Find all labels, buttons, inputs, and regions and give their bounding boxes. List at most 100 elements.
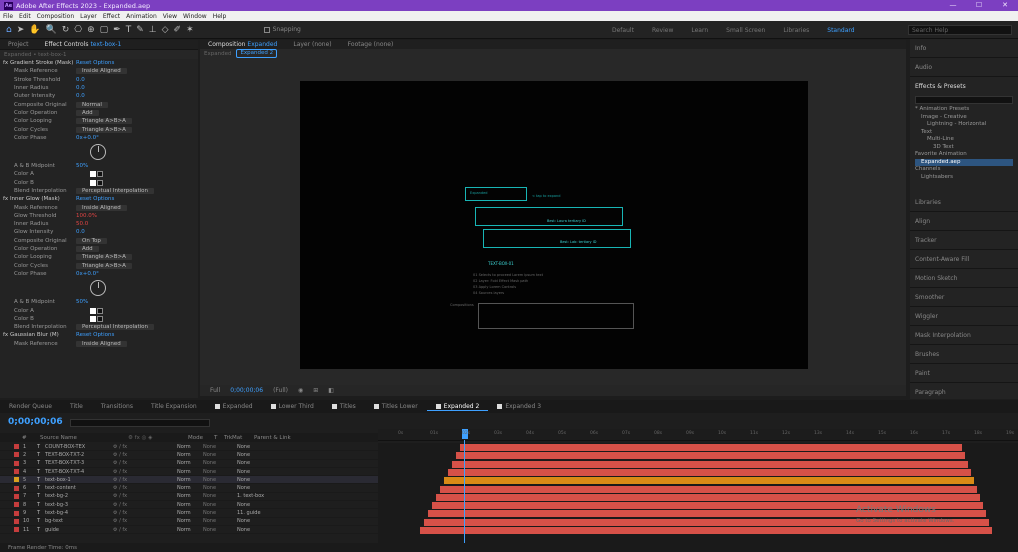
color-swatch[interactable] xyxy=(90,171,103,178)
layer-row[interactable]: 6 Ttext-content ⚙ / fx Norm None None xyxy=(0,484,378,493)
tree-item[interactable]: Image - Creative xyxy=(915,114,1013,122)
property-value[interactable]: 0.0 xyxy=(76,93,85,99)
property-value[interactable]: 100.0% xyxy=(76,213,97,219)
timeline-tab[interactable]: Title xyxy=(61,403,92,410)
effect-property-row[interactable]: fx Inner Glow (Mask) Reset Options xyxy=(0,195,198,203)
timeline-tab[interactable]: Titles Lower xyxy=(365,403,427,410)
menu-help[interactable]: Help xyxy=(210,13,230,20)
layer-switches[interactable]: ⚙ / fx xyxy=(113,444,143,450)
color-swatch[interactable] xyxy=(90,307,103,314)
viewer-timecode[interactable]: 0;00;00;06 xyxy=(230,387,263,394)
eraser-tool-icon[interactable]: ◇ xyxy=(162,25,169,35)
layer-label-color[interactable] xyxy=(14,452,19,458)
property-value[interactable]: 50% xyxy=(76,299,88,305)
pen-tool-icon[interactable]: ✒ xyxy=(113,25,121,35)
property-value[interactable]: Triangle A>B>A xyxy=(76,262,132,269)
camera-tool-icon[interactable]: ⎔ xyxy=(74,25,82,35)
effect-property-row[interactable]: Color B xyxy=(0,179,198,187)
effect-property-row[interactable]: Blend Interpolation Perceptual Interpolat… xyxy=(0,323,198,331)
layer-parent[interactable]: 11. guide xyxy=(237,510,275,516)
property-value[interactable]: 0x+0.0° xyxy=(76,271,99,277)
panel-section-motion-sketch[interactable]: Motion Sketch xyxy=(910,269,1018,288)
effect-property-row[interactable]: Color Phase 0x+0.0° xyxy=(0,134,198,142)
eyedropper-icon[interactable] xyxy=(97,179,103,186)
property-value[interactable]: On Top xyxy=(76,237,107,244)
property-value[interactable]: Triangle A>B>A xyxy=(76,118,132,125)
tree-item-selected[interactable]: Expanded.aep xyxy=(915,158,1013,166)
type-tool-icon[interactable]: T xyxy=(126,25,132,35)
rectangle-tool-icon[interactable]: ▢ xyxy=(100,25,109,35)
layer-duration-bar[interactable] xyxy=(436,493,980,501)
panel-section-paint[interactable]: Paint xyxy=(910,364,1018,383)
tree-item[interactable]: Lightning - Horizontal xyxy=(915,121,1013,129)
effect-property-row[interactable]: Color Cycles Triangle A>B>A xyxy=(0,262,198,270)
timeline-timecode[interactable]: 0;00;00;06 xyxy=(8,417,63,427)
effect-property-row[interactable]: A & B Midpoint 50% xyxy=(0,298,198,306)
effect-property-row[interactable]: Color Cycles Triangle A>B>A xyxy=(0,125,198,133)
layer-label-color[interactable] xyxy=(14,493,19,499)
workspace-review[interactable]: Review xyxy=(652,27,673,34)
layer-tracks[interactable] xyxy=(378,443,1018,545)
search-help-input[interactable]: Search Help xyxy=(908,25,1012,35)
layer-row[interactable]: 1TCOUNT-BOX-TEXT-1⚙ / fxNormNoneNone xyxy=(0,443,378,452)
layer-mode[interactable]: Norm xyxy=(177,477,203,483)
layer-parent[interactable]: None xyxy=(237,527,275,533)
effect-property-row[interactable]: Blend Interpolation Perceptual Interpolat… xyxy=(0,187,198,195)
color-swatch[interactable] xyxy=(90,315,103,322)
layer-label-color[interactable] xyxy=(14,460,19,466)
time-ruler[interactable]: 0s 01s 02s 03s 04s 05s 06s 07s 08s 09s 10s 11s 12s 13… xyxy=(378,429,1018,441)
layer-row[interactable]: 4 T TEXT-BOX-TXT-4 ⚙ / fx Norm None None xyxy=(0,468,378,477)
timeline-tab[interactable]: Expanded 3 xyxy=(488,403,550,410)
mask-icon[interactable]: ◧ xyxy=(328,387,334,394)
timeline-tab[interactable]: Render Queue xyxy=(0,403,61,410)
tab-project[interactable]: Project xyxy=(0,41,37,48)
layer-row[interactable]: 7 Ttext-bg-2 ⚙ / fx Norm None 1. text-box xyxy=(0,493,378,502)
layer-mode[interactable]: Norm xyxy=(177,452,203,458)
layer-label-color[interactable] xyxy=(14,527,19,533)
layer-name[interactable]: TEXT-BOX-TXT-4 xyxy=(45,469,85,475)
layer-switches[interactable]: ⚙ / fx xyxy=(113,493,143,499)
snapping-checkbox[interactable] xyxy=(263,26,270,33)
grid-icon[interactable]: ⊞ xyxy=(313,387,318,394)
panel-section-brushes[interactable]: Brushes xyxy=(910,345,1018,364)
layer-trkmat[interactable]: None xyxy=(203,477,237,483)
layer-parent[interactable]: None xyxy=(237,444,275,450)
timeline-tab[interactable]: Title Expansion xyxy=(142,403,206,410)
property-value[interactable]: Reset Options xyxy=(76,332,114,338)
composition-viewer[interactable]: Expanded Expanded 2 Expanded < tap to ex… xyxy=(200,49,906,385)
eyedropper-icon[interactable] xyxy=(97,171,103,178)
layer-parent[interactable]: None xyxy=(237,485,275,491)
tab-footage[interactable]: Footage (none) xyxy=(340,41,402,48)
property-value[interactable]: Triangle A>B>A xyxy=(76,126,132,133)
effect-property-row[interactable]: Composite Original On Top xyxy=(0,237,198,245)
info-section[interactable]: Info xyxy=(910,39,1018,58)
brush-tool-icon[interactable]: ✎ xyxy=(136,25,144,35)
layer-row[interactable]: 9 Ttext-bg-4 ⚙ / fx Norm None 11. guide xyxy=(0,509,378,518)
layer-trkmat[interactable]: None xyxy=(203,510,237,516)
layer-name[interactable]: text-bg-2 xyxy=(45,493,85,499)
property-value[interactable]: 50.0 xyxy=(76,221,88,227)
layer-switches[interactable]: ⚙ / fx xyxy=(113,460,143,466)
layer-trkmat[interactable]: None xyxy=(203,444,237,450)
layer-name[interactable]: text-content xyxy=(45,485,85,491)
effect-property-row[interactable]: Mask Reference Inside Aligned xyxy=(0,203,198,211)
layer-switches[interactable]: ⚙ / fx xyxy=(113,527,143,533)
property-value[interactable]: Perceptual Interpolation xyxy=(76,324,155,331)
effect-property-row[interactable]: Color Operation Add xyxy=(0,109,198,117)
property-value[interactable]: 0.0 xyxy=(76,85,85,91)
menu-composition[interactable]: Composition xyxy=(34,13,77,20)
workspace-standard[interactable]: Standard xyxy=(827,27,854,34)
layer-label-color[interactable] xyxy=(14,444,19,450)
layer-label-color[interactable] xyxy=(14,502,19,508)
tree-item[interactable]: Multi-Line xyxy=(915,136,1013,144)
selection-tool-icon[interactable]: ➤ xyxy=(17,25,25,35)
layer-name[interactable]: text-bg-4 xyxy=(45,510,85,516)
menu-edit[interactable]: Edit xyxy=(16,13,34,20)
property-value[interactable]: Triangle A>B>A xyxy=(76,254,132,261)
layer-parent[interactable]: None xyxy=(237,460,275,466)
layer-row[interactable]: 11 Tguide ⚙ / fx Norm None None xyxy=(0,526,378,535)
layer-duration-bar[interactable] xyxy=(460,444,962,451)
zoom-tool-icon[interactable]: 🔍 xyxy=(45,25,56,35)
comp-breadcrumb-2[interactable]: Expanded 2 xyxy=(236,49,278,58)
viewer-resolution[interactable]: (Full) xyxy=(273,387,288,394)
